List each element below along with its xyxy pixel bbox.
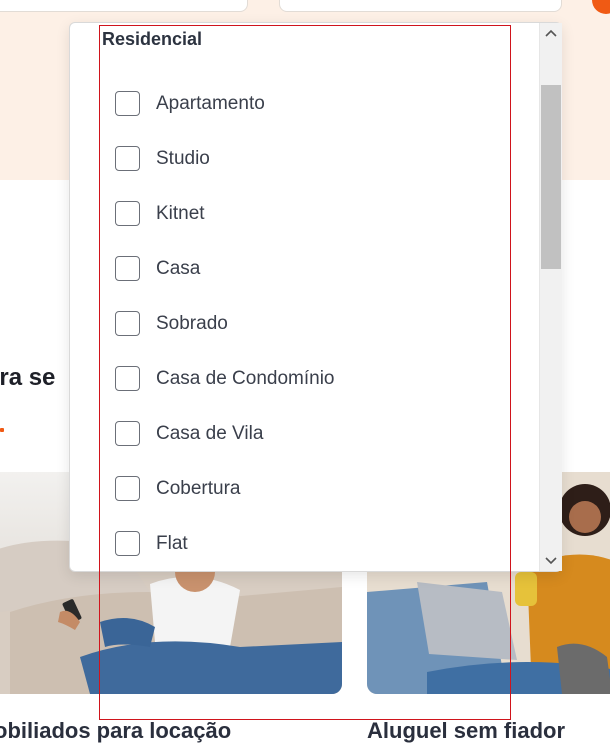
search-field-location[interactable]: [0, 0, 248, 12]
card-title-furnished[interactable]: obiliados para locação: [0, 718, 231, 744]
property-type-options: Apartamento Studio Kitnet Casa Sobrado C…: [115, 76, 335, 571]
option-cobertura[interactable]: Cobertura: [115, 461, 335, 516]
option-casa[interactable]: Casa: [115, 241, 335, 296]
group-label-residential: Residencial: [102, 29, 203, 49]
option-casa-de-condominio[interactable]: Casa de Condomínio: [115, 351, 335, 406]
dropdown-scrollbar[interactable]: [539, 23, 562, 571]
option-apartamento[interactable]: Apartamento: [115, 76, 335, 131]
checkbox[interactable]: [115, 311, 140, 336]
checkbox[interactable]: [115, 531, 140, 556]
card-title-no-guarantor[interactable]: Aluguel sem fiador: [367, 718, 565, 744]
checkbox[interactable]: [115, 91, 140, 116]
option-label: Apartamento: [156, 92, 265, 114]
checkbox[interactable]: [115, 256, 140, 281]
checkbox[interactable]: [115, 366, 140, 391]
scrollbar-thumb[interactable]: [541, 85, 561, 269]
checkbox[interactable]: [115, 421, 140, 446]
option-label: Flat: [156, 532, 188, 554]
search-field-property-type[interactable]: [279, 0, 562, 12]
option-sobrado[interactable]: Sobrado: [115, 296, 335, 351]
checkbox[interactable]: [115, 146, 140, 171]
chevron-down-icon[interactable]: [540, 551, 562, 571]
option-studio[interactable]: Studio: [115, 131, 335, 186]
option-label: Studio: [156, 147, 210, 169]
option-flat[interactable]: Flat: [115, 516, 335, 571]
option-label: Cobertura: [156, 477, 241, 499]
option-label: Kitnet: [156, 202, 205, 224]
option-label: Casa: [156, 257, 201, 279]
option-label: Casa de Vila: [156, 422, 264, 444]
option-casa-de-vila[interactable]: Casa de Vila: [115, 406, 335, 461]
option-kitnet[interactable]: Kitnet: [115, 186, 335, 241]
chevron-up-icon[interactable]: [540, 23, 562, 43]
section-heading: ara se: [0, 364, 56, 391]
checkbox[interactable]: [115, 476, 140, 501]
checkbox[interactable]: [115, 201, 140, 226]
option-label: Casa de Condomínio: [156, 367, 335, 389]
property-type-dropdown[interactable]: Residencial Apartamento Studio Kitnet Ca…: [69, 22, 562, 572]
heading-accent-mark: [0, 428, 4, 432]
option-label: Sobrado: [156, 312, 228, 334]
